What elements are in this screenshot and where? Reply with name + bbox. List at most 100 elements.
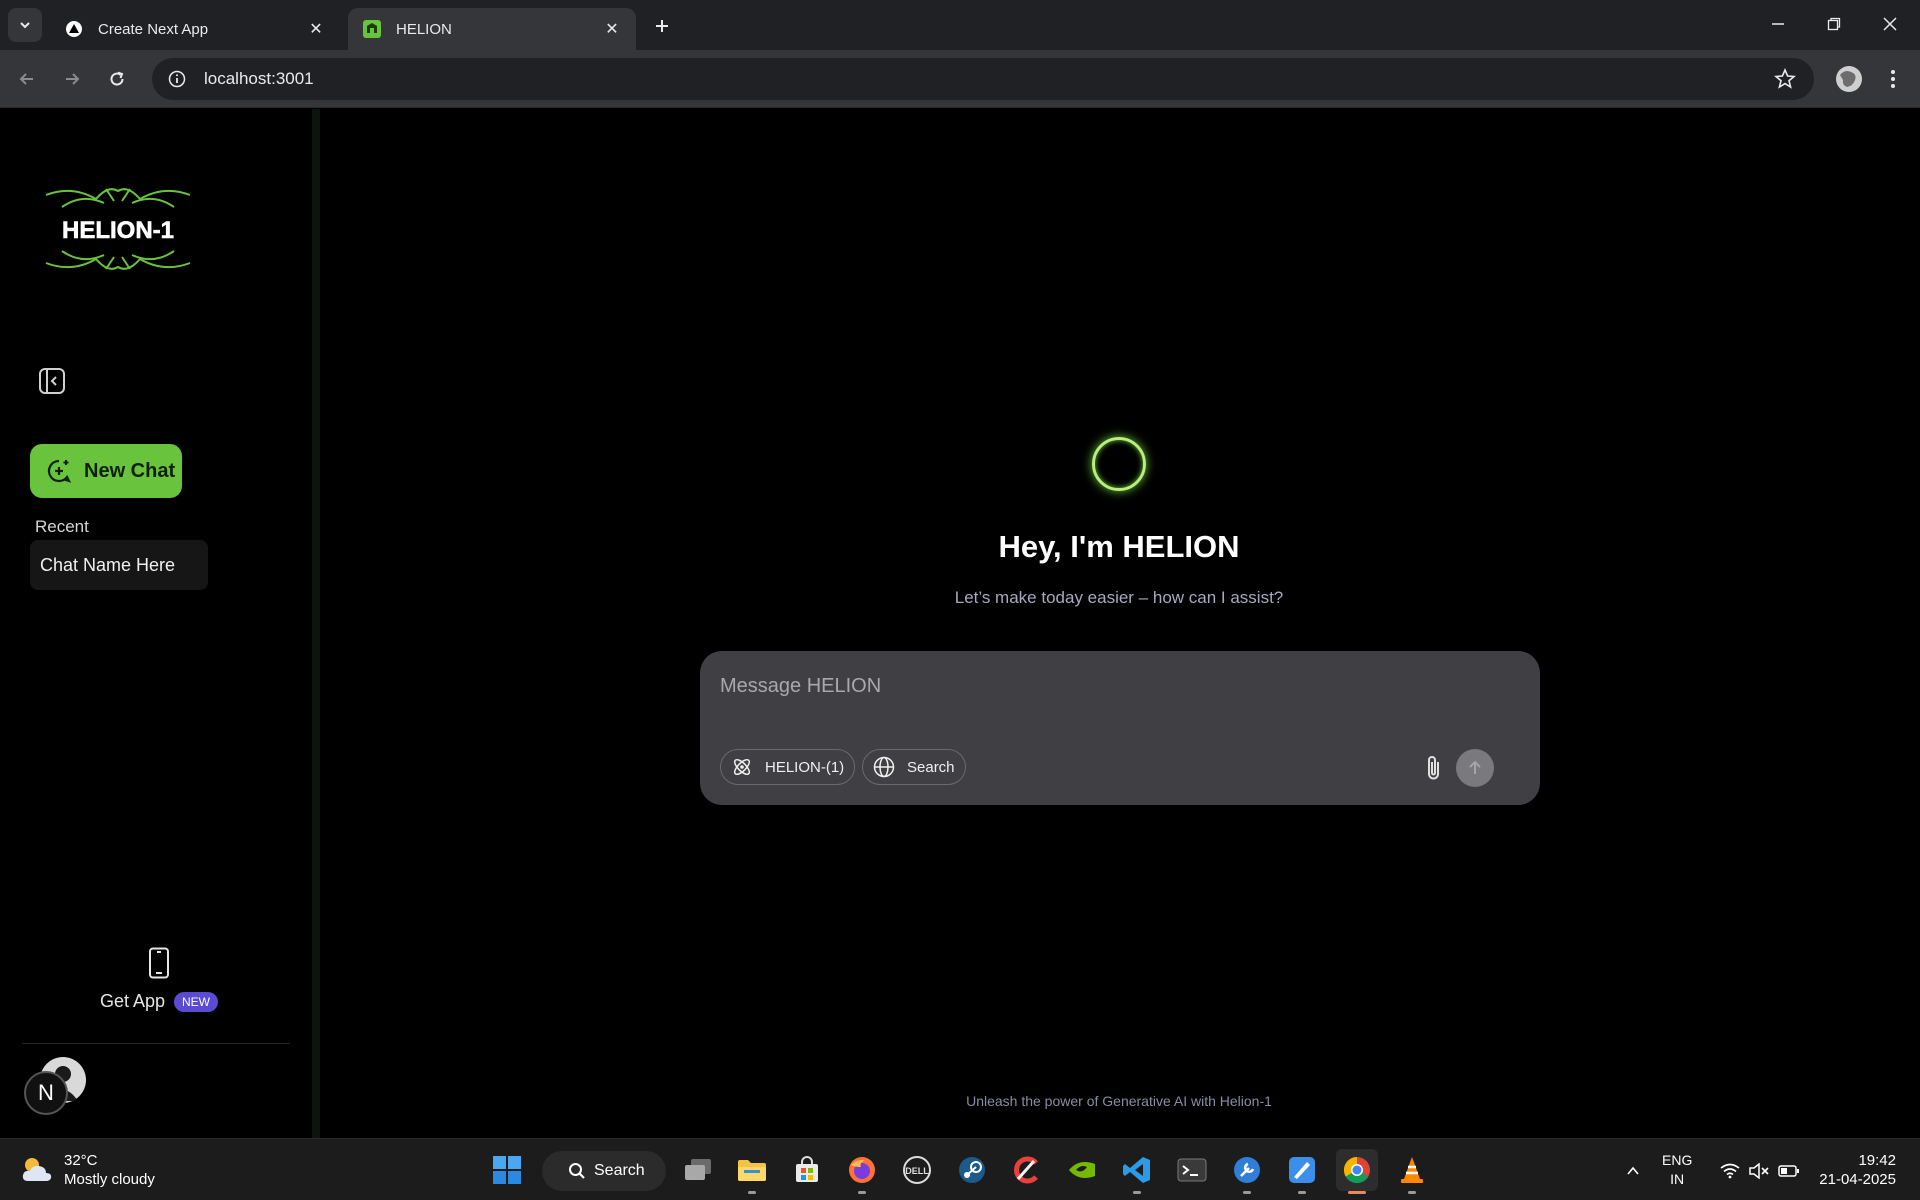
nvidia-button[interactable] [1061,1149,1103,1191]
search-pill-label: Search [907,758,955,776]
get-app-button[interactable]: Get App NEW [98,947,238,1023]
ccleaner-icon [1014,1156,1038,1184]
taskbar-clock[interactable]: 19:42 21-04-2025 [1808,1151,1896,1189]
vscode-icon [1123,1157,1150,1183]
paperclip-icon[interactable] [1422,754,1446,782]
firefox-button[interactable] [841,1149,883,1194]
address-bar[interactable]: localhost:3001 [152,58,1814,100]
new-tab-button[interactable] [648,12,676,40]
collapse-sidebar-button[interactable] [36,365,68,397]
microsoft-store-button[interactable] [786,1149,828,1191]
vlc-cone-icon [1401,1157,1423,1183]
dell-app-button[interactable]: DELL [896,1149,938,1191]
forward-button[interactable] [55,62,89,96]
close-icon [1883,17,1897,31]
region-code: IN [1670,1171,1685,1187]
smartphone-icon [149,947,169,979]
nextjs-dev-indicator[interactable]: N [24,1071,68,1115]
store-bag-icon [796,1156,818,1182]
back-button[interactable] [10,62,44,96]
message-input[interactable]: Message HELION [720,675,881,698]
weather-temperature: 32°C [64,1152,98,1169]
language-code: ENG [1662,1152,1693,1168]
terminal-icon [1177,1158,1207,1182]
tab-title: Create Next App [98,20,209,38]
browser-menu-button[interactable] [1876,62,1910,96]
input-language-indicator[interactable]: ENG IN [1662,1151,1692,1189]
new-chat-label: New Chat [84,459,176,482]
start-button[interactable] [486,1149,528,1191]
send-button[interactable] [1456,749,1494,787]
folder-icon [738,1160,766,1181]
steam-icon [959,1157,985,1183]
cloudy-weather-icon [22,1158,52,1181]
recent-chat-item[interactable]: Chat Name Here [30,540,208,590]
arrow-left-icon [19,73,33,85]
os-taskbar: 32°C Mostly cloudy Search DELL ENG IN 19… [0,1138,1920,1200]
minimize-icon [1772,23,1784,25]
tab-create-next-app[interactable]: Create Next App ✕ [50,8,340,50]
reload-icon [110,71,124,86]
helion-orb-icon [1092,437,1146,491]
site-info-icon[interactable] [168,70,186,88]
url-text: localhost:3001 [204,69,314,88]
arrow-up-icon [1469,760,1481,774]
restore-icon [1827,17,1841,31]
tab-title: HELION [396,20,452,38]
bookmark-star-icon[interactable] [1774,68,1796,90]
chevron-up-icon [1627,1166,1639,1175]
battery-icon [1778,1165,1799,1177]
browser-tab-bar: Create Next App ✕ HELION ✕ [0,0,1920,50]
more-vertical-icon [1891,70,1895,88]
steam-button[interactable] [951,1149,993,1191]
file-explorer-button[interactable] [731,1149,773,1194]
new-chat-button[interactable]: New Chat [30,444,182,498]
paint-app-button[interactable] [1281,1149,1323,1194]
search-toggle-pill[interactable]: Search [862,749,966,785]
tab-search-button[interactable] [8,8,42,42]
new-badge: NEW [174,992,218,1012]
clock-time: 19:42 [1858,1152,1896,1169]
tab-helion[interactable]: HELION ✕ [348,8,636,50]
vscode-button[interactable] [1116,1149,1158,1194]
nextjs-triangle-icon [64,19,84,39]
chrome-button[interactable] [1336,1149,1378,1194]
profile-button[interactable] [1832,62,1866,96]
system-tray-quick-settings[interactable] [1716,1151,1804,1191]
wifi-icon [1720,1163,1740,1179]
model-pill-label: HELION-(1) [765,758,845,776]
logo-text: HELION-1 [62,217,174,244]
helion-favicon-icon [362,19,382,39]
weather-widget[interactable]: 32°C Mostly cloudy [20,1149,155,1191]
terminal-button[interactable] [1171,1149,1213,1191]
reload-button[interactable] [100,62,134,96]
close-window-button[interactable] [1862,0,1918,48]
search-icon [569,1163,585,1179]
close-icon[interactable]: ✕ [306,19,326,39]
greeting-heading: Hey, I'm HELION [998,529,1240,564]
plus-icon [656,20,668,32]
sidebar: HELION-1 New Chat Recent Chat Name Here … [0,109,320,1138]
task-view-icon [685,1159,711,1180]
settings-tool-button[interactable] [1226,1149,1268,1194]
ccleaner-button[interactable] [1006,1149,1048,1191]
show-hidden-icons-button[interactable] [1620,1151,1646,1191]
model-selector-pill[interactable]: HELION-(1) [720,749,856,785]
recent-heading: Recent [35,517,89,536]
nvidia-icon [1069,1162,1095,1178]
task-view-button[interactable] [677,1149,719,1191]
taskbar-search-label: Search [594,1162,645,1179]
helion-logo: HELION-1 [42,179,194,279]
vlc-button[interactable] [1391,1149,1433,1194]
close-icon[interactable]: ✕ [602,19,622,39]
minimize-button[interactable] [1750,0,1806,48]
main-content: Hey, I'm HELION Let’s make today easier … [328,109,1920,1138]
globe-icon [873,756,895,778]
chrome-icon [1343,1156,1370,1184]
atom-icon [733,758,751,776]
firefox-icon [849,1157,875,1183]
taskbar-search[interactable]: Search [542,1151,666,1191]
restore-button[interactable] [1806,0,1862,48]
sidebar-divider [22,1043,290,1044]
wrench-icon [1234,1157,1260,1183]
